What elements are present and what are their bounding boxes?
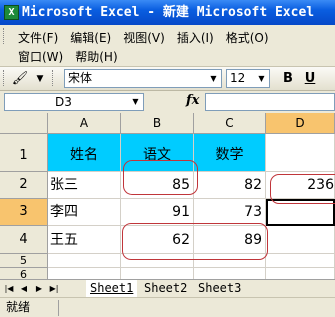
menu-bar: 文件(F) 编辑(E) 视图(V) 插入(I) 格式(O) 窗口(W) 帮助(H…: [0, 25, 335, 67]
menu-grip-icon[interactable]: [3, 28, 6, 44]
menu-row-1: 文件(F) 编辑(E) 视图(V) 插入(I) 格式(O): [12, 27, 275, 48]
status-separator: [58, 300, 59, 316]
toolbar-options-icon[interactable]: ▼: [34, 69, 46, 89]
red-highlight-oval-d2: [270, 174, 335, 204]
worksheet-grid: A B C D 1 2 3 4 5 6 姓名 语文 数学 张三 85 82 23…: [0, 113, 335, 279]
chevron-down-icon[interactable]: ▼: [207, 71, 220, 86]
cell-d4[interactable]: [266, 226, 335, 254]
cell-a5[interactable]: [48, 254, 121, 268]
menu-insert[interactable]: 插入(I): [171, 27, 220, 48]
cell-c3[interactable]: 73: [194, 199, 266, 226]
window-title: Microsoft Excel - 新建 Microsoft Excel: [22, 5, 315, 20]
row-header-6[interactable]: 6: [0, 268, 48, 279]
menu-view[interactable]: 视图(V): [117, 27, 171, 48]
format-painter-icon[interactable]: 🖌: [10, 69, 30, 89]
sheet-tabs-bar: |◀ ◀ ▶ ▶| Sheet1 Sheet2 Sheet3: [0, 279, 335, 297]
font-name-select[interactable]: 宋体 ▼: [64, 69, 222, 88]
prev-sheet-icon[interactable]: ◀: [18, 281, 30, 296]
cell-a1[interactable]: 姓名: [48, 134, 121, 172]
row-header-5[interactable]: 5: [0, 254, 48, 268]
cell-c6[interactable]: [194, 268, 266, 279]
tab-sheet1[interactable]: Sheet1: [86, 280, 138, 297]
font-size-value: 12: [230, 71, 246, 85]
first-sheet-icon[interactable]: |◀: [3, 281, 15, 296]
status-bar: 就绪: [0, 297, 335, 317]
cell-c2[interactable]: 82: [194, 172, 266, 199]
cell-a4[interactable]: 王五: [48, 226, 121, 254]
column-header-c[interactable]: C: [194, 113, 266, 134]
cell-a3[interactable]: 李四: [48, 199, 121, 226]
chevron-down-icon[interactable]: ▼: [129, 94, 142, 109]
red-highlight-oval-b2: [123, 160, 198, 195]
cell-d1[interactable]: [266, 134, 335, 172]
cell-b6[interactable]: [121, 268, 194, 279]
toolbar-separator: [52, 70, 55, 86]
select-all-corner[interactable]: [0, 113, 48, 134]
red-highlight-oval-row4: [122, 223, 268, 260]
menu-format[interactable]: 格式(O): [220, 27, 275, 48]
cell-d6[interactable]: [266, 268, 335, 279]
toolbar-grip-icon[interactable]: [3, 70, 6, 86]
status-text: 就绪: [6, 300, 31, 314]
font-name-value: 宋体: [68, 71, 93, 85]
chevron-down-icon[interactable]: ▼: [255, 71, 268, 86]
menu-window[interactable]: 窗口(W): [12, 46, 69, 67]
title-bar: X Microsoft Excel - 新建 Microsoft Excel: [0, 0, 335, 25]
column-header-d[interactable]: D: [266, 113, 335, 134]
formatting-toolbar: 🖌 ▼ 宋体 ▼ 12 ▼ B U: [0, 67, 335, 91]
column-header-b[interactable]: B: [121, 113, 194, 134]
insert-function-button[interactable]: fx: [186, 93, 199, 108]
menu-edit[interactable]: 编辑(E): [64, 27, 117, 48]
name-box-value: D3: [55, 95, 72, 109]
bold-button[interactable]: B: [278, 69, 298, 89]
formula-input[interactable]: [205, 93, 335, 111]
cell-b3[interactable]: 91: [121, 199, 194, 226]
font-size-select[interactable]: 12 ▼: [226, 69, 270, 88]
row-header-4[interactable]: 4: [0, 226, 48, 254]
cell-a6[interactable]: [48, 268, 121, 279]
excel-icon[interactable]: X: [4, 5, 19, 20]
name-box[interactable]: D3 ▼: [4, 93, 144, 111]
row-header-2[interactable]: 2: [0, 172, 48, 199]
menu-row-2: 窗口(W) 帮助(H): [12, 46, 124, 67]
menu-file[interactable]: 文件(F): [12, 27, 64, 48]
underline-button[interactable]: U: [300, 69, 320, 89]
last-sheet-icon[interactable]: ▶|: [48, 281, 60, 296]
next-sheet-icon[interactable]: ▶: [33, 281, 45, 296]
cell-d5[interactable]: [266, 254, 335, 268]
cell-c1[interactable]: 数学: [194, 134, 266, 172]
row-header-3[interactable]: 3: [0, 199, 48, 226]
column-header-a[interactable]: A: [48, 113, 121, 134]
cell-a2[interactable]: 张三: [48, 172, 121, 199]
tab-sheet3[interactable]: Sheet3: [194, 280, 245, 297]
menu-help[interactable]: 帮助(H): [69, 46, 123, 67]
formula-bar: D3 ▼ fx: [0, 91, 335, 113]
row-header-1[interactable]: 1: [0, 134, 48, 172]
tab-sheet2[interactable]: Sheet2: [140, 280, 191, 297]
